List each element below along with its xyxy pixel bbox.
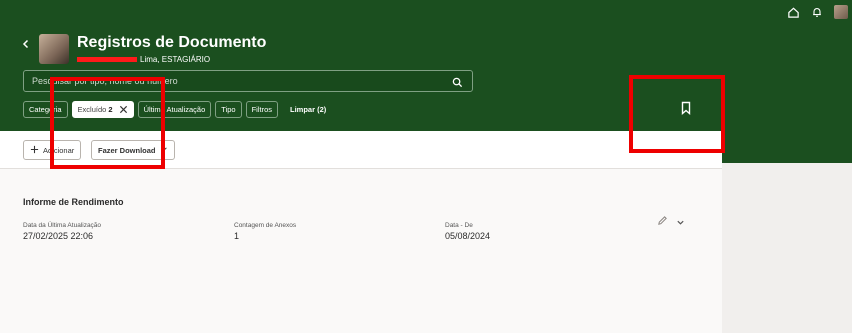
close-icon[interactable] bbox=[119, 105, 128, 114]
main-content: Adicionar Fazer Download Informe de Rend… bbox=[0, 131, 722, 333]
field-value-date-from: 05/08/2024 bbox=[445, 231, 491, 241]
edit-pencil-icon[interactable] bbox=[657, 213, 668, 225]
profile-photo bbox=[39, 34, 69, 64]
search-input[interactable] bbox=[32, 76, 452, 86]
field-value-last-updated: 27/02/2025 22:06 bbox=[23, 231, 94, 241]
search-field[interactable] bbox=[23, 70, 473, 92]
field-label-attachment-count: Contagem de Anexos bbox=[234, 222, 297, 229]
download-button[interactable]: Fazer Download bbox=[91, 140, 175, 160]
filter-chip-filtros[interactable]: Filtros bbox=[245, 100, 279, 118]
field-label-last-updated: Data da Última Atualização bbox=[23, 222, 102, 229]
filter-chip-label: Excluído 2 bbox=[77, 104, 113, 114]
chevron-down-icon[interactable] bbox=[676, 214, 685, 225]
page-title: Registros de Documento bbox=[77, 34, 267, 51]
filter-chip-tipo[interactable]: Tipo bbox=[215, 100, 242, 118]
filter-bar: Categoria Excluído 2 Última Atualização … bbox=[23, 100, 326, 118]
search-icon[interactable] bbox=[452, 75, 464, 88]
clear-filters-link[interactable]: Limpar (2) bbox=[290, 105, 326, 114]
download-button-label: Fazer Download bbox=[98, 145, 156, 155]
header-extension bbox=[722, 131, 852, 163]
filter-chip-categoria[interactable]: Categoria bbox=[23, 100, 68, 118]
subtitle-text: Lima, ESTAGIÁRIO bbox=[140, 55, 211, 64]
side-panel bbox=[722, 163, 852, 333]
field-value-attachment-count: 1 bbox=[234, 231, 240, 241]
field-label-date-from: Data - De bbox=[445, 222, 473, 229]
plus-icon bbox=[30, 145, 39, 156]
bell-icon[interactable] bbox=[810, 5, 824, 19]
filter-chip-label: Filtros bbox=[251, 104, 273, 114]
add-button[interactable]: Adicionar bbox=[23, 140, 82, 160]
redacted-name-bar bbox=[77, 57, 137, 62]
add-button-label: Adicionar bbox=[43, 145, 75, 155]
global-toolbar bbox=[786, 0, 852, 24]
filter-chip-excluido[interactable]: Excluído 2 bbox=[71, 100, 134, 118]
action-toolbar: Adicionar Fazer Download bbox=[0, 131, 722, 169]
filter-count-badge: 2 bbox=[108, 104, 113, 114]
home-icon[interactable] bbox=[786, 5, 800, 19]
page-subtitle: Lima, ESTAGIÁRIO bbox=[77, 55, 210, 64]
bookmark-icon[interactable] bbox=[680, 101, 692, 116]
filter-chip-label: Categoria bbox=[29, 104, 62, 114]
record-title: Informe de Rendimento bbox=[23, 197, 124, 207]
filter-chip-label: Tipo bbox=[221, 104, 236, 114]
filter-chip-ultima-atualizacao[interactable]: Última Atualização bbox=[137, 100, 212, 118]
back-arrow-icon[interactable] bbox=[20, 37, 32, 49]
chevron-down-icon bbox=[160, 145, 168, 155]
filter-chip-label: Última Atualização bbox=[143, 104, 206, 114]
user-avatar[interactable] bbox=[834, 5, 848, 19]
